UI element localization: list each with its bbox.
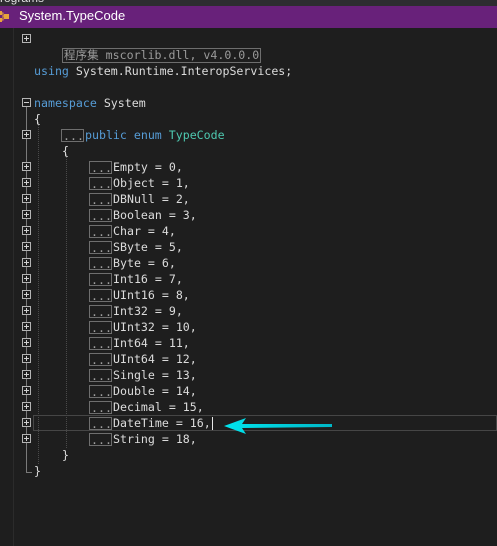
enum-member: SByte = 5, [113,240,183,254]
collapsed-region-marker[interactable]: ... [89,417,112,430]
enum-member: String = 18, [113,432,197,446]
enum-member: Int32 = 9, [113,304,183,318]
assembly-region[interactable]: 程序集 mscorlib.dll, v4.0.0.0 [61,48,262,63]
expand-icon[interactable] [22,130,31,139]
enum-member: Int64 = 11, [113,336,190,350]
code-line-brace: { [62,143,69,159]
open-brace: { [34,112,41,126]
enum-member: Empty = 0, [113,160,183,174]
annotation-arrow-icon [224,418,332,434]
document-tab[interactable]: System.TypeCode [0,6,497,28]
collapsed-region-marker[interactable]: ... [61,129,84,142]
code-line-enum: public enum TypeCode [85,127,225,143]
expand-icon[interactable] [22,242,31,251]
collapsed-region-marker[interactable]: ... [89,193,112,206]
enum-member: UInt16 = 8, [113,288,190,302]
window-title: rograms [0,0,44,5]
namespace-keyword: namespace [34,96,97,110]
expand-icon[interactable] [22,162,31,171]
expand-icon[interactable] [22,370,31,379]
collapsed-region-marker[interactable]: ... [89,289,112,302]
close-brace: } [34,464,41,478]
expand-icon[interactable] [22,386,31,395]
indent-guide [66,154,67,448]
code-line-using: using System.Runtime.InteropServices; [34,63,292,79]
collapse-icon[interactable] [22,98,31,107]
enum-member: Double = 14, [113,384,197,398]
collapsed-region-marker[interactable]: ... [89,177,112,190]
collapsed-region-marker[interactable]: ... [89,353,112,366]
using-namespace: System.Runtime.InteropServices; [75,64,293,78]
expand-icon[interactable] [22,178,31,187]
enum-member: Object = 1, [113,176,190,190]
namespace-name: System [103,96,146,110]
code-line-namespace: namespace System [34,95,146,111]
collapsed-region-marker[interactable]: ... [89,433,112,446]
collapsed-region-marker[interactable]: ... [89,369,112,382]
code-line-brace: { [34,111,41,127]
collapsed-region-marker[interactable]: ... [89,321,112,334]
enum-member: Byte = 6, [113,256,176,270]
expand-icon[interactable] [22,194,31,203]
expand-icon[interactable] [22,338,31,347]
enum-member-highlighted: DateTime = 16, [113,416,211,430]
collapsed-region-marker[interactable]: ... [89,225,112,238]
class-icon [0,11,9,22]
enum-member: DBNull = 2, [113,192,190,206]
enum-member: Decimal = 15, [113,400,204,414]
code-editor[interactable]: 程序集 mscorlib.dll, v4.0.0.0 using System.… [0,28,497,546]
code-line-brace: } [34,463,41,479]
enum-member: Int16 = 7, [113,272,183,286]
expand-icon[interactable] [22,274,31,283]
enum-modifiers: public enum [85,128,162,142]
expand-icon[interactable] [22,354,31,363]
expand-icon[interactable] [22,434,31,443]
collapsed-region-marker[interactable]: ... [89,385,112,398]
enum-member: UInt32 = 10, [113,320,197,334]
collapsed-region-marker[interactable]: ... [89,401,112,414]
expand-icon[interactable] [22,226,31,235]
expand-icon[interactable] [22,210,31,219]
expand-icon[interactable] [22,34,31,43]
collapsed-region-marker[interactable]: ... [89,337,112,350]
enum-name: TypeCode [168,128,225,142]
collapsed-region-marker[interactable]: ... [89,241,112,254]
enum-member: UInt64 = 12, [113,352,197,366]
collapsed-region-marker[interactable]: ... [89,209,112,222]
code-line-assembly: 程序集 mscorlib.dll, v4.0.0.0 [34,31,262,63]
using-keyword: using [34,64,69,78]
text-caret [212,417,213,430]
collapsed-region-marker[interactable]: ... [89,257,112,270]
expand-icon[interactable] [22,418,31,427]
tab-title: System.TypeCode [19,8,126,23]
expand-icon[interactable] [22,306,31,315]
expand-icon[interactable] [22,402,31,411]
outline-line [26,472,32,473]
close-brace: } [62,448,69,462]
editor-margin [13,28,14,546]
enum-member: Boolean = 3, [113,208,197,222]
expand-icon[interactable] [22,290,31,299]
open-brace: { [62,144,69,158]
collapsed-region-marker[interactable]: ... [89,273,112,286]
indent-guide [38,122,39,464]
code-line-brace: } [62,447,69,463]
collapsed-region-marker[interactable]: ... [89,305,112,318]
expand-icon[interactable] [22,258,31,267]
enum-member: Char = 4, [113,224,176,238]
expand-icon[interactable] [22,322,31,331]
enum-member: Single = 13, [113,368,197,382]
collapsed-region-marker[interactable]: ... [89,161,112,174]
